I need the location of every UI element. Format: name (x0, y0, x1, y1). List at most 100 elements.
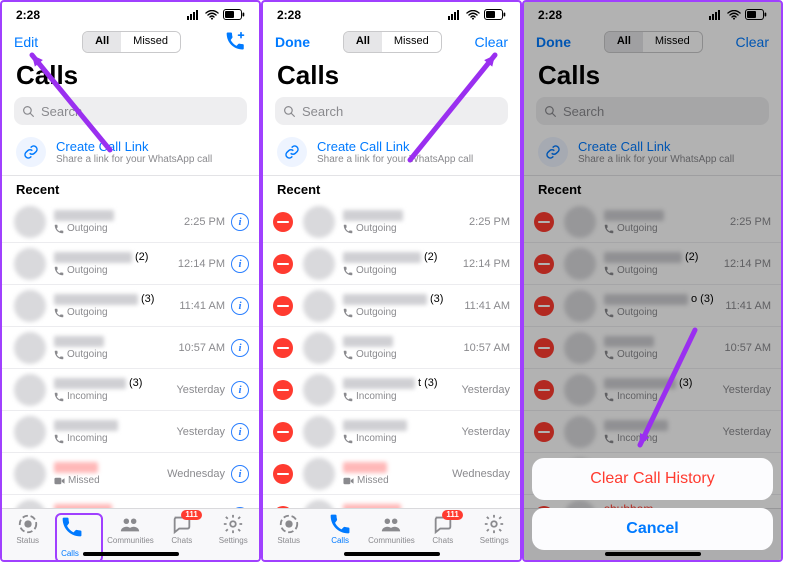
call-row[interactable]: (2) Outgoing 12:14 PM (524, 243, 781, 285)
delete-row-button[interactable] (273, 380, 293, 400)
delete-row-button[interactable] (273, 212, 293, 232)
delete-row-button[interactable] (534, 212, 554, 232)
call-row-subtitle: Missed (54, 475, 167, 486)
call-row-subtitle: Outgoing (604, 307, 725, 318)
avatar (303, 416, 335, 448)
avatar (303, 290, 335, 322)
info-button[interactable]: i (231, 423, 249, 441)
home-indicator (605, 552, 701, 556)
call-row-subtitle: Missed (343, 475, 452, 486)
call-filter-segment[interactable]: All Missed (82, 31, 181, 53)
create-call-link[interactable]: Create Call LinkShare a link for your Wh… (524, 131, 781, 176)
call-row-name-redacted (343, 378, 415, 389)
delete-row-button[interactable] (273, 464, 293, 484)
search-input[interactable]: Search (275, 97, 508, 125)
segment-all[interactable]: All (344, 32, 382, 52)
call-row[interactable]: (3) Incoming Yesterday (524, 369, 781, 411)
edit-button[interactable]: Edit (14, 34, 38, 50)
call-row-count: o (3) (691, 293, 714, 305)
tab-status[interactable]: Status (4, 513, 52, 545)
link-icon (16, 137, 46, 167)
call-row-name-redacted (604, 210, 664, 221)
avatar (14, 374, 46, 406)
delete-row-button[interactable] (273, 296, 293, 316)
delete-row-button[interactable] (273, 422, 293, 442)
info-button[interactable]: i (231, 339, 249, 357)
call-row[interactable]: Outgoing 2:25 PM (263, 201, 520, 243)
call-row[interactable]: Outgoing 2:25 PM i (2, 201, 259, 243)
segment-all[interactable]: All (605, 32, 643, 52)
call-row-subtitle: Outgoing (343, 349, 464, 360)
done-button[interactable]: Done (536, 34, 571, 50)
call-filter-segment[interactable]: All Missed (604, 31, 703, 53)
info-button[interactable]: i (231, 297, 249, 315)
call-row[interactable]: (3) Incoming Yesterday i (2, 369, 259, 411)
search-input[interactable]: Search (536, 97, 769, 125)
call-row[interactable]: (2) Outgoing 12:14 PM i (2, 243, 259, 285)
call-row-subtitle: Outgoing (604, 223, 730, 234)
create-call-link[interactable]: Create Call LinkShare a link for your Wh… (2, 131, 259, 176)
new-call-button[interactable] (225, 31, 247, 54)
tab-chats[interactable]: Chats111 (419, 513, 467, 545)
call-row[interactable]: Missed Wednesday i (2, 495, 259, 508)
call-row[interactable]: o (3) Outgoing 11:41 AM (524, 285, 781, 327)
call-row[interactable]: (3) Outgoing 11:41 AM (263, 285, 520, 327)
search-input[interactable]: Search (14, 97, 247, 125)
avatar (14, 248, 46, 280)
call-row-name-redacted (54, 378, 126, 389)
info-button[interactable]: i (231, 213, 249, 231)
call-row[interactable]: Incoming Yesterday (263, 411, 520, 453)
delete-row-button[interactable] (534, 296, 554, 316)
search-placeholder: Search (563, 104, 604, 119)
delete-row-button[interactable] (273, 338, 293, 358)
call-row[interactable]: Outgoing 10:57 AM (263, 327, 520, 369)
call-filter-segment[interactable]: All Missed (343, 31, 442, 53)
info-button[interactable]: i (231, 465, 249, 483)
clear-button[interactable]: Clear (475, 34, 508, 50)
segment-missed[interactable]: Missed (643, 32, 702, 52)
tab-communities[interactable]: Communities (367, 513, 415, 545)
call-row-subtitle: Outgoing (343, 265, 463, 276)
avatar (303, 458, 335, 490)
create-call-link[interactable]: Create Call LinkShare a link for your Wh… (263, 131, 520, 176)
call-row[interactable]: Outgoing 2:25 PM (524, 201, 781, 243)
call-row[interactable]: Missed Wednesday (263, 453, 520, 495)
info-button[interactable]: i (231, 255, 249, 273)
call-row[interactable]: t (3) Incoming Yesterday (263, 369, 520, 411)
tab-chats[interactable]: Chats111 (158, 513, 206, 545)
call-row[interactable]: Incoming Yesterday i (2, 411, 259, 453)
info-button[interactable]: i (231, 381, 249, 399)
tab-communities[interactable]: Communities (106, 513, 154, 545)
call-row[interactable]: Outgoing 10:57 AM (524, 327, 781, 369)
call-row[interactable]: Incoming Yesterday (524, 411, 781, 453)
delete-row-button[interactable] (534, 422, 554, 442)
tab-settings[interactable]: Settings (470, 513, 518, 545)
segment-missed[interactable]: Missed (121, 32, 180, 52)
tab-status[interactable]: Status (265, 513, 313, 545)
call-row-subtitle: Outgoing (54, 223, 184, 234)
call-row[interactable]: (2) Outgoing 12:14 PM (263, 243, 520, 285)
create-call-link-title: Create Call Link (317, 139, 473, 154)
clear-call-history-button[interactable]: Clear Call History (532, 458, 773, 500)
delete-row-button[interactable] (534, 380, 554, 400)
section-recent: Recent (524, 176, 781, 201)
call-row-time: Wednesday (167, 468, 225, 480)
call-row[interactable]: Outgoing 10:57 AM i (2, 327, 259, 369)
avatar (564, 248, 596, 280)
call-row[interactable]: Missed Wednesday i (2, 453, 259, 495)
create-call-link-subtitle: Share a link for your WhatsApp call (578, 154, 734, 165)
call-row[interactable]: Missed Wednesday (263, 495, 520, 508)
segment-missed[interactable]: Missed (382, 32, 441, 52)
delete-row-button[interactable] (534, 338, 554, 358)
call-row-count: (2) (685, 251, 698, 263)
done-button[interactable]: Done (275, 34, 310, 50)
clear-button[interactable]: Clear (736, 34, 769, 50)
delete-row-button[interactable] (273, 254, 293, 274)
delete-row-button[interactable] (534, 254, 554, 274)
cancel-button[interactable]: Cancel (532, 508, 773, 550)
segment-all[interactable]: All (83, 32, 121, 52)
tab-calls[interactable]: Calls (316, 513, 364, 545)
tab-settings[interactable]: Settings (209, 513, 257, 545)
call-row-name-redacted (343, 336, 393, 347)
call-row[interactable]: (3) Outgoing 11:41 AM i (2, 285, 259, 327)
